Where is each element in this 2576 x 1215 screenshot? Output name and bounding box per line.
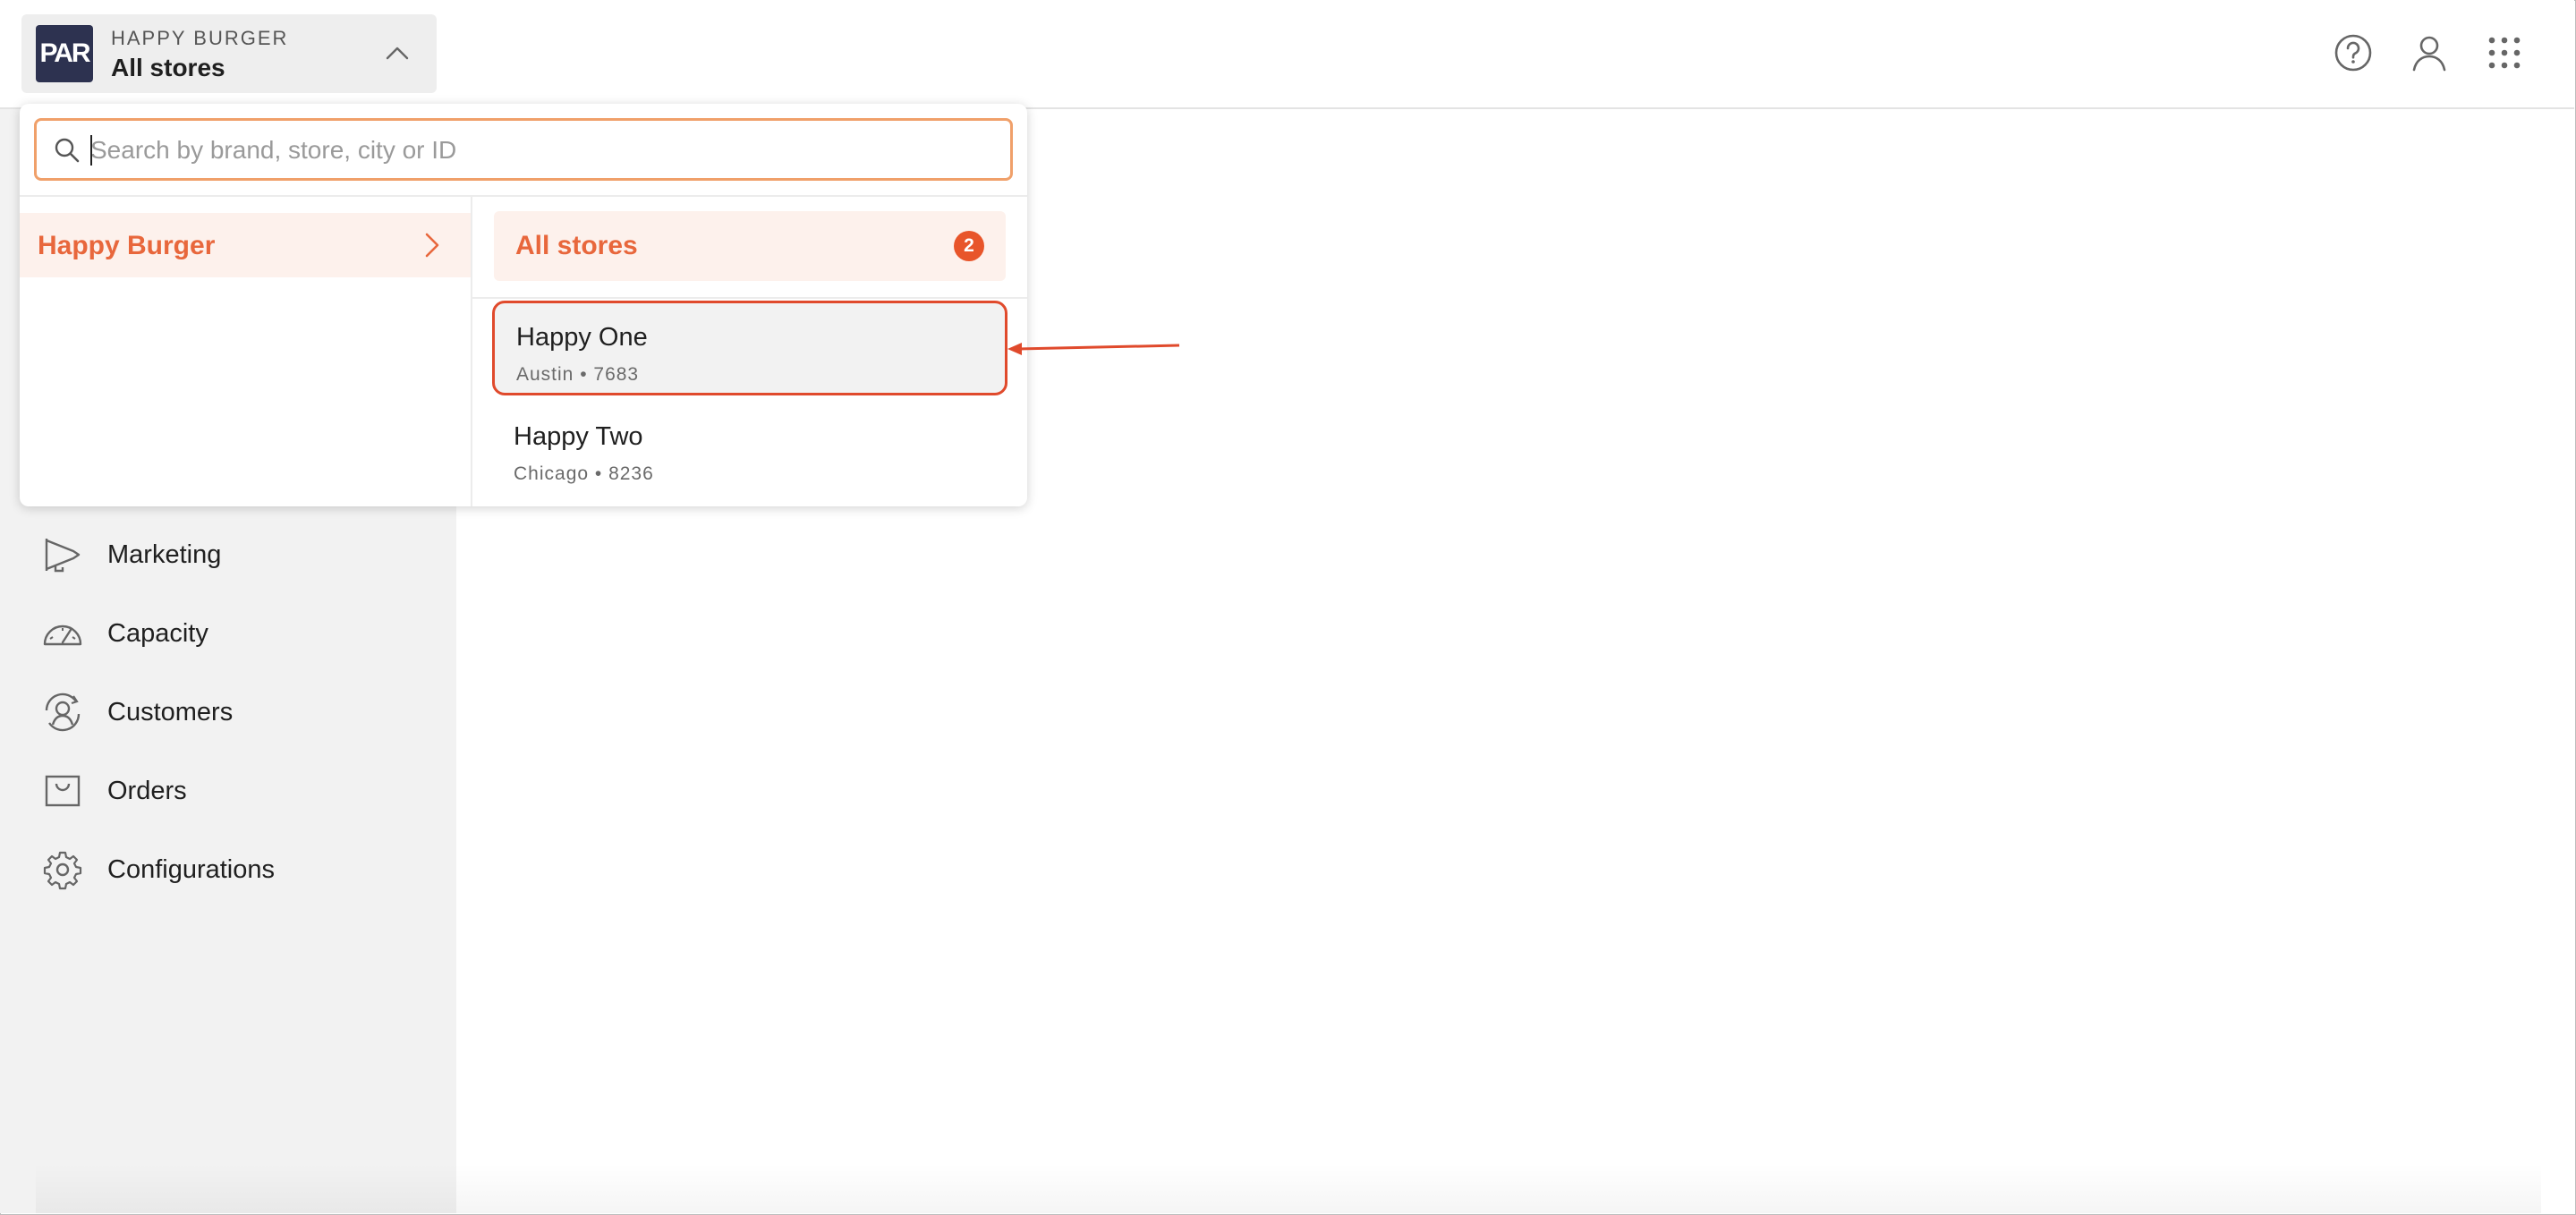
sidebar-item-label: Marketing xyxy=(107,540,222,569)
help-icon[interactable] xyxy=(2331,30,2376,75)
app-grid-icon[interactable] xyxy=(2482,30,2527,75)
bag-icon xyxy=(45,775,81,807)
megaphone-icon xyxy=(45,539,81,573)
chevron-right-icon xyxy=(425,233,439,258)
store-option-happy-two[interactable]: Happy Two Chicago • 8236 xyxy=(492,403,1007,497)
bottom-shadow xyxy=(36,1163,2541,1213)
sidebar-item-capacity[interactable]: Capacity xyxy=(41,607,435,660)
store-switcher-button[interactable]: PAR HAPPY BURGER All stores xyxy=(21,14,437,93)
store-name: Happy Two xyxy=(514,422,643,451)
par-logo: PAR xyxy=(36,25,93,82)
store-count-badge: 2 xyxy=(954,231,984,261)
gear-icon xyxy=(43,851,82,890)
search-input[interactable] xyxy=(89,128,987,173)
brand-name: Happy Burger xyxy=(38,231,216,260)
all-stores-option[interactable]: All stores 2 xyxy=(494,211,1006,281)
all-stores-label: All stores xyxy=(515,231,638,260)
sidebar-item-label: Configurations xyxy=(107,854,275,884)
gauge-icon xyxy=(43,624,82,646)
annotation-arrow-icon xyxy=(1007,343,1180,355)
sidebar-item-label: Orders xyxy=(107,776,187,805)
sidebar-item-marketing[interactable]: Marketing xyxy=(41,528,435,582)
store-option-happy-one[interactable]: Happy One Austin • 7683 xyxy=(492,301,1007,395)
sidebar-item-label: Customers xyxy=(107,697,234,726)
text-caret xyxy=(90,135,92,166)
sidebar-item-customers[interactable]: Customers xyxy=(41,685,435,739)
sidebar-item-configurations[interactable]: Configurations xyxy=(41,843,435,896)
chevron-up-icon[interactable] xyxy=(383,39,412,68)
divider xyxy=(20,195,1027,197)
sidebar-item-label: Capacity xyxy=(107,618,208,648)
sidebar-item-orders[interactable]: Orders xyxy=(41,764,435,818)
store-picker-dropdown: Happy Burger All stores 2 Happy One Aust… xyxy=(20,104,1027,506)
store-name: Happy One xyxy=(516,323,648,352)
divider xyxy=(471,197,472,506)
store-meta: Austin • 7683 xyxy=(516,364,640,385)
store-meta: Chicago • 8236 xyxy=(514,463,654,484)
top-bar: PAR HAPPY BURGER All stores xyxy=(0,0,2574,109)
search-box[interactable] xyxy=(34,118,1013,181)
brand-caption: HAPPY BURGER xyxy=(111,27,289,49)
selected-store-label: All stores xyxy=(111,54,225,81)
search-icon xyxy=(55,138,80,163)
divider xyxy=(472,297,1027,299)
customers-icon xyxy=(45,692,81,732)
user-icon[interactable] xyxy=(2407,30,2452,75)
brand-item-happy-burger[interactable]: Happy Burger xyxy=(20,213,471,277)
